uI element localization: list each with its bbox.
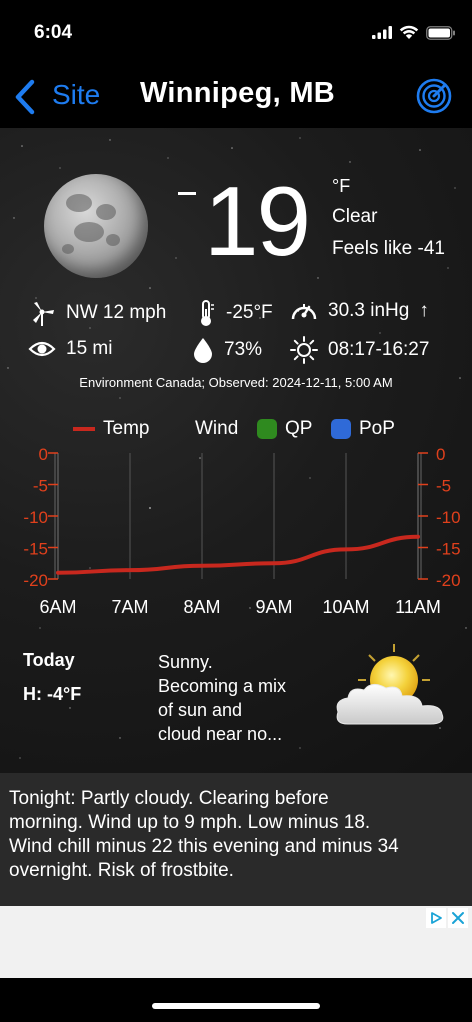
pressure-stat: 30.3 inHg ↑ bbox=[290, 299, 429, 323]
visibility-stat: 15 mi bbox=[28, 338, 112, 360]
wind-value: NW 12 mph bbox=[66, 302, 167, 323]
y-tick-label-left: -5 bbox=[33, 477, 48, 496]
ad-controls bbox=[426, 908, 468, 928]
radar-icon[interactable] bbox=[416, 78, 452, 114]
page-title: Winnipeg, MB bbox=[140, 77, 336, 109]
forecast-line: Becoming a mix bbox=[158, 676, 287, 696]
today-high: H: -4°F bbox=[23, 684, 82, 704]
current-condition: Clear bbox=[332, 206, 378, 227]
x-tick-label: 11AM bbox=[395, 597, 441, 617]
y-tick-label-right: -20 bbox=[436, 571, 461, 590]
battery-icon bbox=[426, 25, 455, 40]
x-tick-label: 7AM bbox=[111, 597, 148, 617]
legend-pop[interactable]: PoP bbox=[331, 418, 395, 440]
wifi-icon bbox=[399, 25, 419, 39]
tonight-line: Wind chill minus 22 this evening and min… bbox=[9, 836, 399, 857]
observation-source: Environment Canada; Observed: 2024-12-11… bbox=[79, 375, 393, 390]
y-tick-label-left: -20 bbox=[23, 571, 48, 590]
home-indicator[interactable] bbox=[152, 1003, 320, 1009]
visibility-value: 15 mi bbox=[66, 338, 113, 359]
ad-banner[interactable] bbox=[0, 906, 472, 978]
pressure-value: 30.3 inHg bbox=[328, 300, 410, 321]
eye-icon bbox=[28, 341, 56, 357]
status-time: 6:04 bbox=[34, 22, 73, 43]
water-drop-icon bbox=[194, 338, 212, 363]
dewpoint-value: -25°F bbox=[226, 302, 273, 323]
legend-temp[interactable]: Temp bbox=[73, 418, 149, 440]
legend-temp-label: Temp bbox=[103, 418, 150, 439]
wind-turbine-icon bbox=[33, 302, 54, 326]
y-tick-label-left: 0 bbox=[39, 446, 48, 464]
x-tick-label: 6AM bbox=[39, 597, 76, 617]
back-chevron-icon[interactable] bbox=[12, 78, 38, 116]
sun-with-cloud-icon bbox=[336, 644, 444, 725]
pressure-gauge-icon bbox=[291, 304, 317, 320]
legend-qp-label: QP bbox=[285, 418, 313, 439]
forecast-line: cloud near no... bbox=[158, 724, 283, 744]
y-tick-label-right: -15 bbox=[436, 540, 461, 559]
legend-pop-label: PoP bbox=[359, 418, 395, 439]
sun-times-value: 08:17-16:27 bbox=[328, 339, 430, 360]
tonight-line: overnight. Risk of frostbite. bbox=[9, 860, 234, 881]
x-tick-label: 8AM bbox=[183, 597, 220, 617]
navigation-bar: Site Winnipeg, MB bbox=[0, 66, 472, 128]
legend-pop-swatch bbox=[331, 419, 351, 439]
thermometer-icon bbox=[201, 300, 214, 326]
pressure-trend: ↑ bbox=[419, 300, 429, 321]
adchoices-icon[interactable] bbox=[426, 908, 446, 928]
ad-close-icon[interactable] bbox=[448, 908, 468, 928]
forecast-line: of sun and bbox=[158, 700, 243, 720]
back-button[interactable]: Site bbox=[52, 79, 100, 111]
y-tick-label-right: -5 bbox=[436, 477, 451, 496]
y-tick-label-right: -10 bbox=[436, 508, 461, 527]
temperature-sign bbox=[178, 192, 196, 195]
legend-wind[interactable]: Wind bbox=[195, 418, 238, 440]
sun-icon bbox=[290, 336, 318, 364]
today-forecast: Sunny. Becoming a mix of sun and cloud n… bbox=[158, 650, 328, 746]
x-tick-label: 10AM bbox=[322, 597, 369, 617]
wind-stat: NW 12 mph bbox=[28, 299, 166, 327]
legend-temp-swatch bbox=[73, 427, 95, 431]
sunrise-sunset-stat: 08:17-16:27 bbox=[290, 336, 429, 364]
moon-phase-icon bbox=[44, 174, 148, 278]
current-conditions-panel: 19 °F Clear Feels like -41 NW 12 mph -25… bbox=[0, 128, 472, 773]
current-temperature: 19 bbox=[204, 166, 311, 276]
today-label: Today bbox=[23, 650, 75, 670]
chart-legend: Temp Wind QP PoP bbox=[0, 418, 472, 442]
temp-series-line bbox=[56, 534, 420, 575]
dewpoint-stat: -25°F bbox=[196, 299, 273, 327]
y-tick-label-right: 0 bbox=[436, 446, 445, 464]
temperature-unit: °F bbox=[332, 176, 351, 196]
home-area bbox=[0, 978, 472, 1022]
legend-qp[interactable]: QP bbox=[257, 418, 312, 440]
temperature-chart: 0 -5 -10 -15 -20 0 -5 -10 -15 -20 6AM 7AM 8AM 9AM 10AM… bbox=[23, 446, 461, 617]
feels-like: Feels like -41 bbox=[332, 238, 445, 259]
legend-wind-label: Wind bbox=[195, 418, 239, 439]
forecast-line: Sunny. bbox=[158, 652, 213, 672]
cellular-signal-icon bbox=[372, 26, 392, 39]
humidity-stat: 73% bbox=[192, 336, 262, 364]
status-icons bbox=[372, 25, 456, 40]
tonight-line: morning. Wind up to 9 mph. Low minus 18. bbox=[9, 812, 371, 833]
y-tick-label-left: -10 bbox=[23, 508, 48, 527]
legend-qp-swatch bbox=[257, 419, 277, 439]
x-tick-label: 9AM bbox=[255, 597, 292, 617]
tonight-line: Tonight: Partly cloudy. Clearing before bbox=[9, 788, 329, 809]
y-tick-label-left: -15 bbox=[23, 540, 48, 559]
tonight-forecast: Tonight: Partly cloudy. Clearing before … bbox=[0, 773, 472, 906]
humidity-value: 73% bbox=[224, 339, 263, 360]
status-bar: 6:04 bbox=[0, 0, 472, 66]
